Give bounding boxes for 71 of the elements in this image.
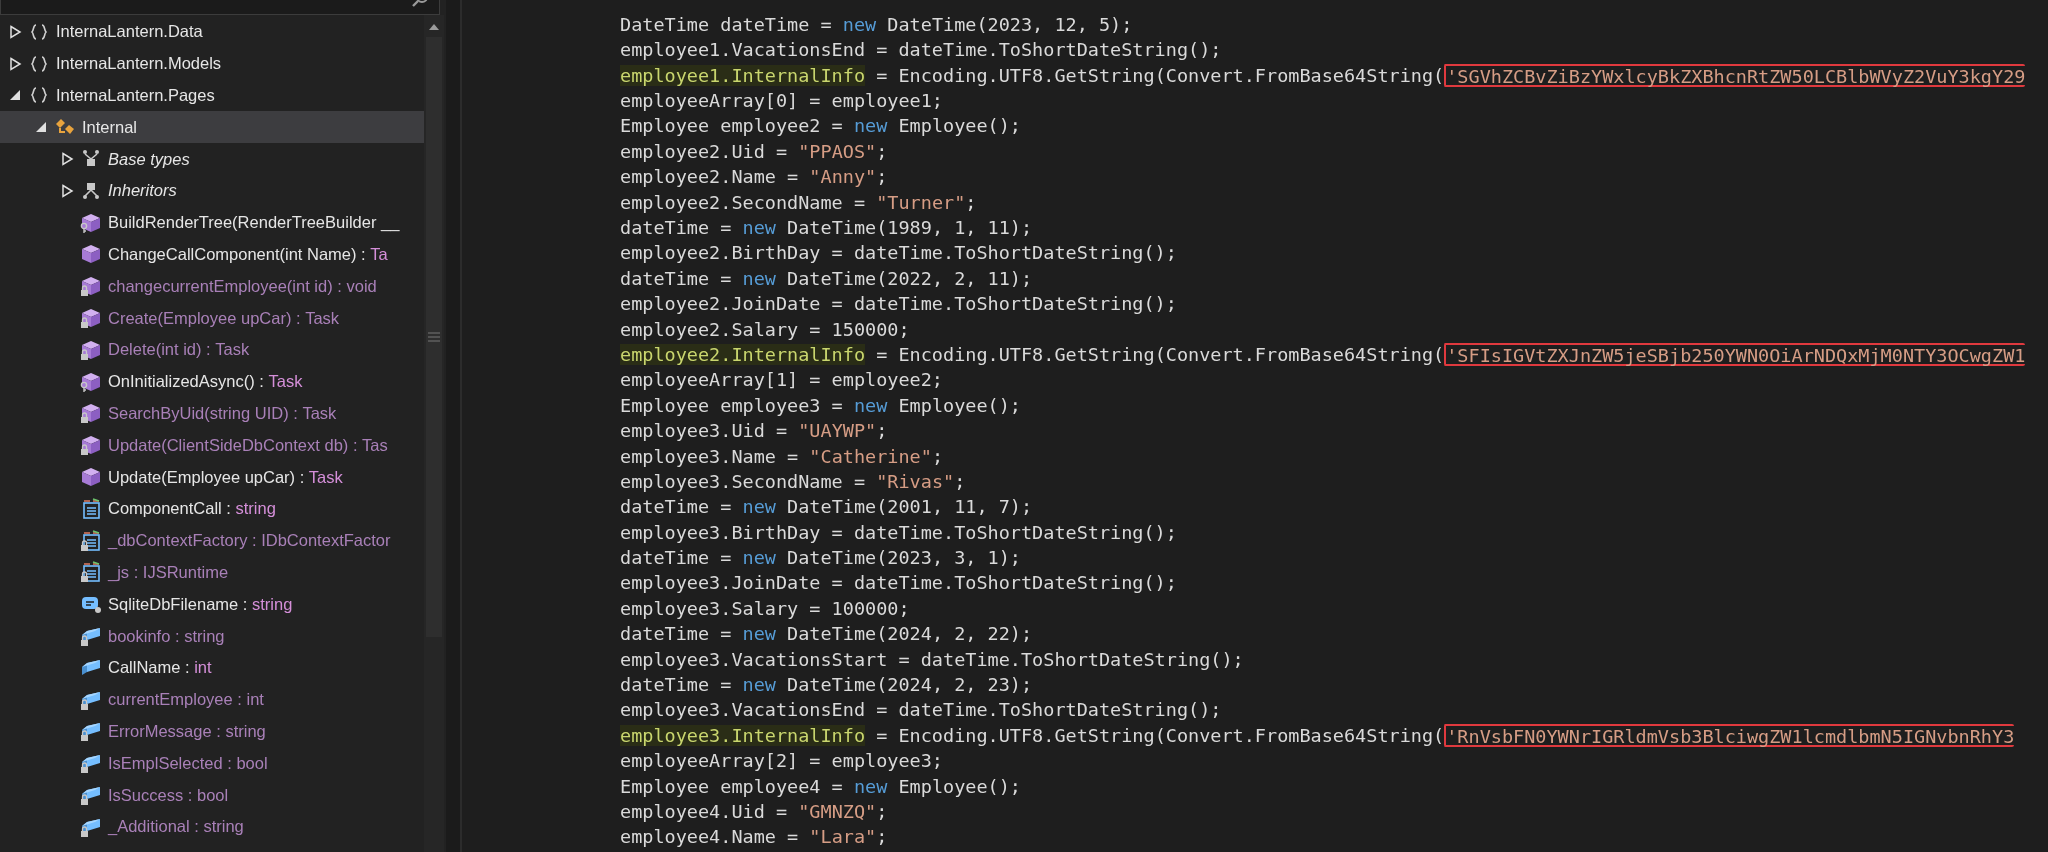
code-line: dateTime = new DateTime(2022, 2, 11); (620, 266, 1034, 291)
tree-item[interactable]: _Additional : string (0, 810, 424, 843)
code-line: employee3.Salary = 100000; (620, 596, 911, 621)
code-line: employee3.InternalInfo = Encoding.UTF8.GetString(Convert.FromBase64String( (620, 723, 1445, 748)
tree-item[interactable]: SearchByUid(string UID) : Task (0, 397, 424, 430)
expand-arrow-icon[interactable] (8, 56, 22, 71)
tree-item[interactable]: InternaLantern.Models (0, 47, 424, 80)
code-line: dateTime = new DateTime(2024, 2, 22); (620, 622, 1034, 647)
tree-item[interactable]: CallName : int (0, 651, 424, 684)
tree-item[interactable]: ChangeCallComponent(int Name) : Ta (0, 238, 424, 271)
tree-item[interactable]: Update(ClientSideDbContext db) : Tas (0, 429, 424, 462)
tree-item[interactable]: InternaLantern.Pages (0, 79, 424, 112)
code-line: employeeArray[1] = employee2; (620, 368, 944, 393)
highlighted-string: 'SGVhZCBvZiBzYWxlcyBkZXBhcnRtZW50LCBlbWVyZ2VuY3kgY29 (1444, 63, 2026, 87)
tree-item[interactable]: SqliteDbFilename : string (0, 588, 424, 621)
tree-item[interactable]: Delete(int id) : Task (0, 333, 424, 366)
code-line: employee3.JoinDate = dateTime.ToShortDateString(); (620, 571, 1178, 596)
tree-item[interactable]: OnInitializedAsync() : Task (0, 365, 424, 398)
code-line: employee2.Salary = 150000; (620, 317, 911, 342)
code-line: employee2.Name = "Anny"; (620, 165, 889, 190)
tree-item[interactable]: ErrorMessage : string (0, 715, 424, 748)
code-line: employee1.VacationsEnd = dateTime.ToShortDateString(); (620, 38, 1223, 63)
code-line: dateTime = new DateTime(1989, 1, 11); (620, 216, 1034, 240)
tree-item[interactable]: Inheritors (0, 175, 424, 207)
code-line: employee1.InternalInfo = Encoding.UTF8.GetString(Convert.FromBase64String( (620, 63, 1445, 88)
scrollbar[interactable] (424, 15, 444, 852)
code-line: employeeArray[2] = employee3; (620, 749, 944, 774)
tree-item[interactable]: Internal (0, 111, 424, 144)
code-line: employee3.VacationsEnd = dateTime.ToShortDateString(); (620, 698, 1223, 723)
highlighted-string: 'SFIsIGVtZXJnZW5jeSBjb250YWN0OiArNDQxMjM0NTY3OCwgZW1 (1444, 343, 2026, 367)
tree-item[interactable]: changecurrentEmployee(int id) : void (0, 270, 424, 303)
tree-item[interactable]: BuildRenderTree(RenderTreeBuilder __ (0, 206, 424, 239)
code-line: dateTime = new DateTime(2023, 3, 1); (620, 546, 1022, 571)
tree-item[interactable]: Base types (0, 143, 424, 175)
code-line: dateTime = new DateTime(2024, 2, 23); (620, 673, 1034, 698)
tree-item[interactable]: _dbContextFactory : IDbContextFactor (0, 524, 424, 557)
collapse-arrow-icon[interactable] (8, 88, 22, 103)
code-line: employee4.Uid = "GMNZQ"; (620, 800, 889, 824)
code-line: employee3.VacationsStart = dateTime.ToShortDateString(); (620, 647, 1245, 672)
tree-item[interactable]: Create(Employee upCar) : Task (0, 302, 424, 334)
tree-item[interactable]: IsEmplSelected : bool (0, 747, 424, 780)
code-line: employee2.InternalInfo = Encoding.UTF8.GetString(Convert.FromBase64String( (620, 342, 1445, 367)
tree-item[interactable]: InternaLantern.Data (0, 16, 424, 48)
tree-item[interactable]: IsSuccess : bool (0, 779, 424, 811)
highlighted-string: 'RnVsbFN0YWNrIGRldmVsb3BlciwgZW1lcmdlbmN5IGNvbnRhY3 (1444, 724, 2015, 747)
code-line: employee2.SecondName = "Turner"; (620, 190, 978, 215)
code-line: employee2.BirthDay = dateTime.ToShortDateString(); (620, 241, 1178, 266)
tree-item[interactable]: bookinfo : string (0, 620, 424, 652)
code-line: employee2.Uid = "PPAOS"; (620, 139, 889, 164)
expand-arrow-icon[interactable] (60, 183, 74, 198)
code-line: employeeArray[0] = employee1; (620, 89, 944, 114)
tree-item[interactable]: Update(Employee upCar) : Task (0, 461, 424, 493)
code-line: Employee employee3 = new Employee(); (620, 393, 1022, 418)
expand-arrow-icon[interactable] (8, 24, 22, 39)
code-line: employee2.JoinDate = dateTime.ToShortDateString(); (620, 292, 1178, 317)
code-line: employee3.Uid = "UAYWP"; (620, 419, 889, 444)
code-line: employee3.Name = "Catherine"; (620, 444, 945, 469)
code-line: Employee employee4 = new Employee(); (620, 774, 1022, 799)
collapse-arrow-icon[interactable] (34, 120, 48, 135)
scroll-up-icon[interactable] (428, 23, 440, 31)
code-line: DateTime dateTime = new DateTime(2023, 12, 5); (620, 12, 1134, 37)
code-line: dateTime = new DateTime(2001, 11, 7); (620, 495, 1034, 520)
code-line: employee3.SecondName = "Rivas"; (620, 469, 967, 494)
code-line: employee3.BirthDay = dateTime.ToShortDateString(); (620, 520, 1178, 545)
tree-item[interactable]: _js : IJSRuntime (0, 556, 424, 589)
tree-item[interactable]: currentEmployee : int (0, 683, 424, 716)
expand-arrow-icon[interactable] (60, 152, 74, 167)
code-line: Employee employee2 = new Employee(); (620, 114, 1022, 139)
grip-icon (428, 332, 440, 342)
tree-item[interactable]: ComponentCall : string (0, 492, 424, 525)
code-line: employee4.Name = "Lara"; (620, 825, 889, 850)
